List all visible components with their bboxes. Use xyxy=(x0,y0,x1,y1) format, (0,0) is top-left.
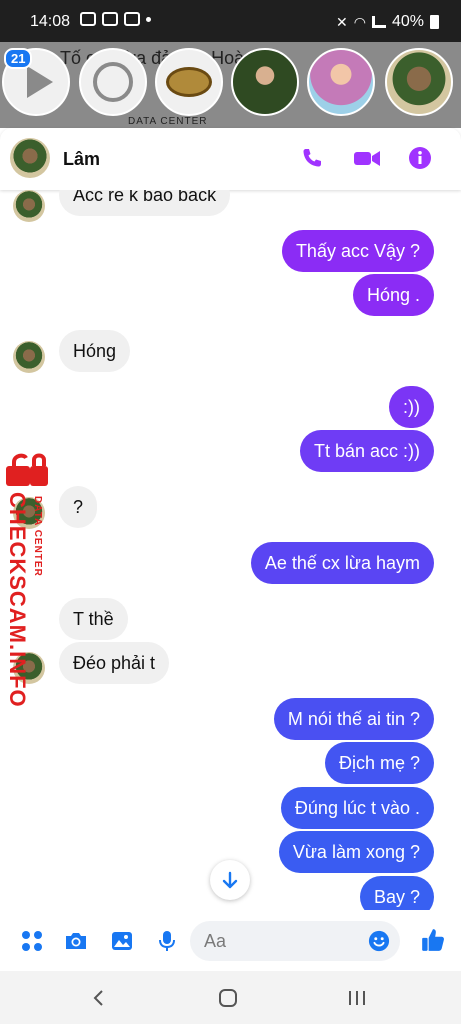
brand-logo xyxy=(166,67,212,97)
message-bubble[interactable]: Bay ? xyxy=(359,876,434,910)
android-nav-bar xyxy=(0,971,461,1024)
message-bubble[interactable]: ? xyxy=(59,486,98,528)
status-right: ✕ ◠ 40% xyxy=(336,13,439,31)
message-bubble[interactable]: M nói thế ai tin ? xyxy=(273,698,434,740)
message-bubble[interactable]: T thề xyxy=(59,598,128,640)
message-bubble[interactable]: Địch mẹ ? xyxy=(324,742,434,784)
avatar[interactable] xyxy=(10,138,50,178)
conversation-header: Lâm xyxy=(0,128,461,190)
message-bubble[interactable]: Hóng . xyxy=(352,274,434,316)
message-input-box[interactable] xyxy=(190,921,400,961)
scroll-down-button[interactable] xyxy=(210,860,250,900)
sender-avatar xyxy=(13,341,45,373)
back-nav-icon[interactable] xyxy=(90,989,108,1007)
message-bubble[interactable]: Acc re k bao back xyxy=(59,190,231,216)
like-icon[interactable] xyxy=(420,927,446,953)
camera-icon[interactable] xyxy=(64,929,88,953)
more-dot-icon xyxy=(146,17,151,22)
info-icon[interactable] xyxy=(408,146,432,170)
arrow-down-icon xyxy=(222,871,238,889)
message-bubble[interactable]: :)) xyxy=(389,386,434,428)
chat-head-lam[interactable] xyxy=(385,48,453,116)
microphone-icon[interactable] xyxy=(155,929,179,953)
status-bar: 14:08 ✕ ◠ 40% xyxy=(0,0,461,42)
message-bubble[interactable]: Thấy acc Vậy ? xyxy=(281,230,434,272)
watermark-subtext: DATA CENTER xyxy=(32,496,43,577)
battery-icon xyxy=(430,15,439,29)
message-input[interactable] xyxy=(204,921,354,961)
message-bubble[interactable]: Ae thế cx lừa haym xyxy=(250,542,434,584)
capcut-icon xyxy=(124,12,140,26)
video-call-icon[interactable] xyxy=(353,146,381,170)
wifi-icon: ◠ xyxy=(353,13,366,30)
signal-icon xyxy=(371,16,386,28)
chat-head-brand[interactable] xyxy=(155,48,223,116)
home-nav-icon[interactable] xyxy=(218,988,238,1008)
phone-icon[interactable] xyxy=(300,146,324,170)
chat-head-couple[interactable] xyxy=(231,48,299,116)
sender-avatar xyxy=(13,190,45,222)
apps-grid-icon[interactable] xyxy=(20,929,44,953)
watermark: CHECKSCAM.INFO DATA CENTER xyxy=(2,452,48,708)
watermark-text: CHECKSCAM.INFO xyxy=(5,492,30,708)
mute-icon: ✕ xyxy=(336,13,348,30)
status-time: 14:08 xyxy=(30,13,71,30)
composer-bar xyxy=(0,911,461,971)
recents-nav-icon[interactable] xyxy=(347,989,367,1007)
chat-head-messenger[interactable] xyxy=(79,48,147,116)
play-icon xyxy=(27,66,53,98)
message-bubble[interactable]: Vừa làm xong ? xyxy=(278,831,434,873)
battery-label: 40% xyxy=(391,13,424,30)
chat-heads-bar: 21 xyxy=(0,46,461,122)
chat-icon xyxy=(102,12,118,26)
message-bubble[interactable]: Tt bán acc :)) xyxy=(299,430,434,472)
message-bubble[interactable]: Đúng lúc t vào . xyxy=(280,787,434,829)
contact-name[interactable]: Lâm xyxy=(63,149,100,170)
gallery-icon xyxy=(80,12,96,26)
messenger-icon xyxy=(93,62,133,102)
gallery-icon[interactable] xyxy=(110,929,134,953)
lock-icon xyxy=(6,453,48,486)
chat-head-girl[interactable] xyxy=(307,48,375,116)
message-list[interactable]: Acc re k bao back Thấy acc Vậy ? Hóng . … xyxy=(0,190,461,910)
message-bubble[interactable]: Hóng xyxy=(59,330,131,372)
emoji-icon[interactable] xyxy=(368,930,390,952)
message-bubble[interactable]: Đéo phải t xyxy=(59,642,170,684)
unread-badge: 21 xyxy=(4,48,33,69)
notification-icons xyxy=(80,12,151,26)
